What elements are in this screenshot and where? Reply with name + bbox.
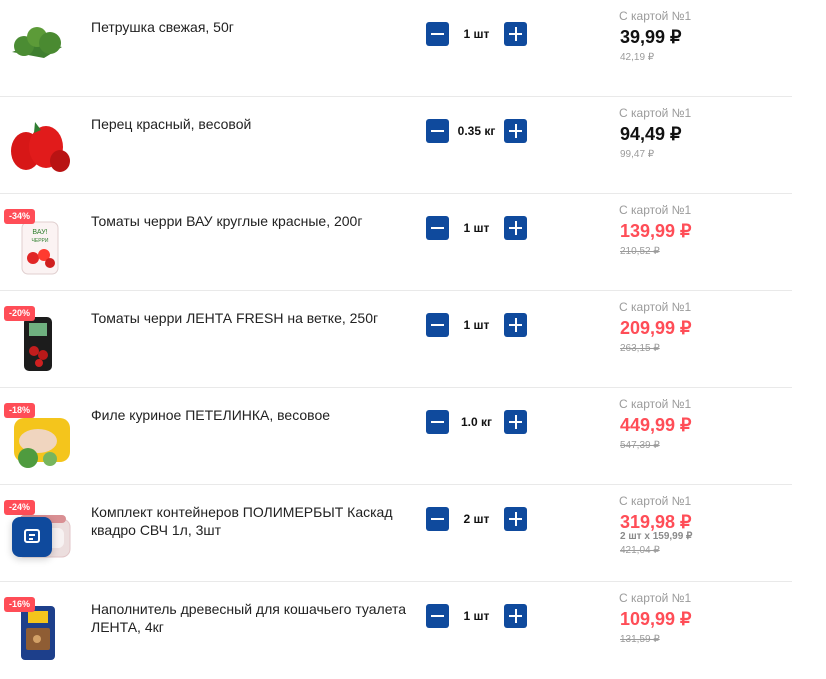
product-name: Комплект контейнеров ПОЛИМЕРБЫТ Каскад к… [91, 504, 393, 538]
svg-text:ВАУ!: ВАУ! [32, 229, 47, 236]
product-name: Томаты черри ЛЕНТА FRESH на ветке, 250г [91, 310, 379, 326]
old-price: 547,39 ₽ [620, 440, 660, 451]
product-name: Томаты черри ВАУ круглые красные, 200г [91, 213, 363, 229]
quantity-stepper[interactable]: 1 шт [426, 216, 527, 240]
quantity-stepper[interactable]: 0.35 кг [426, 119, 527, 143]
decrease-button[interactable] [426, 507, 449, 531]
old-price: 131,59 ₽ [620, 634, 660, 645]
quantity-stepper[interactable]: 1 шт [426, 313, 527, 337]
card-label: С картой №1 [619, 397, 692, 411]
cart-item: -20% Томаты черри ЛЕНТА FRESH на ветке, … [0, 291, 792, 388]
card-label: С картой №1 [619, 300, 692, 314]
cart-item: Петрушка свежая, 50г 1 шт С картой №1 39… [0, 0, 792, 97]
quantity-stepper[interactable]: 2 шт [426, 507, 527, 531]
decrease-button[interactable] [426, 410, 449, 434]
price: 39,99 ₽ [620, 27, 682, 47]
product-name: Перец красный, весовой [91, 116, 252, 132]
card-label: С картой №1 [619, 9, 692, 23]
discount-badge: -16% [4, 597, 36, 612]
decrease-button[interactable] [426, 119, 449, 143]
increase-button[interactable] [504, 313, 527, 337]
cart-item: ВАУ! ЧЕРРИ -34% Томаты черри ВАУ круглые … [0, 194, 792, 291]
increase-button[interactable] [504, 507, 527, 531]
quantity-value: 1.0 кг [460, 415, 493, 429]
cart-item: -16% Наполнитель древесный для кошачьего… [0, 582, 792, 679]
price: 449,99 ₽ [620, 415, 692, 435]
quantity-value: 0.35 кг [457, 124, 496, 138]
product-name: Филе куриное ПЕТЕЛИНКА, весовое [91, 407, 331, 423]
card-label: С картой №1 [619, 203, 692, 217]
cart-item: -24% Комплект контейнеров ПОЛИМЕРБЫТ Кас… [0, 485, 792, 582]
quantity-stepper[interactable]: 1 шт [426, 604, 527, 628]
product-image [4, 109, 74, 179]
old-price: 421,04 ₽ [620, 545, 660, 556]
quantity-stepper[interactable]: 1.0 кг [426, 410, 527, 434]
card-label: С картой №1 [619, 494, 692, 508]
cart-item: -18% Филе куриное ПЕТЕЛИНКА, весовое 1.0… [0, 388, 792, 485]
decrease-button[interactable] [426, 313, 449, 337]
price: 209,99 ₽ [620, 318, 692, 338]
price: 109,99 ₽ [620, 609, 692, 629]
price: 139,99 ₽ [620, 221, 692, 241]
discount-badge: -24% [4, 500, 36, 515]
discount-badge: -18% [4, 403, 36, 418]
quantity-value: 1 шт [463, 221, 490, 235]
unit-price: 2 шт х 159,99 ₽ [620, 531, 693, 542]
old-price: 210,52 ₽ [620, 246, 660, 257]
chat-button[interactable] [12, 517, 52, 557]
svg-text:ЧЕРРИ: ЧЕРРИ [32, 238, 49, 244]
old-price: 99,47 ₽ [620, 149, 655, 160]
decrease-button[interactable] [426, 216, 449, 240]
old-price: 263,15 ₽ [620, 343, 660, 354]
product-name: Наполнитель древесный для кошачьего туал… [91, 601, 407, 635]
cart-item: Перец красный, весовой 0.35 кг С картой … [0, 97, 792, 194]
price: 94,49 ₽ [620, 124, 682, 144]
discount-badge: -20% [4, 306, 36, 321]
product-name: Петрушка свежая, 50г [91, 19, 234, 35]
decrease-button[interactable] [426, 22, 449, 46]
quantity-stepper[interactable]: 1 шт [426, 22, 527, 46]
chat-icon [24, 529, 40, 543]
decrease-button[interactable] [426, 604, 449, 628]
quantity-value: 2 шт [463, 512, 490, 526]
price: 319,98 ₽ [620, 512, 692, 532]
card-label: С картой №1 [619, 106, 692, 120]
increase-button[interactable] [504, 410, 527, 434]
product-image [4, 12, 74, 82]
increase-button[interactable] [504, 604, 527, 628]
quantity-value: 1 шт [463, 27, 490, 41]
quantity-value: 1 шт [463, 318, 490, 332]
increase-button[interactable] [504, 216, 527, 240]
card-label: С картой №1 [619, 591, 692, 605]
increase-button[interactable] [504, 119, 527, 143]
discount-badge: -34% [4, 209, 36, 224]
increase-button[interactable] [504, 22, 527, 46]
quantity-value: 1 шт [463, 609, 490, 623]
old-price: 42,19 ₽ [620, 52, 655, 63]
